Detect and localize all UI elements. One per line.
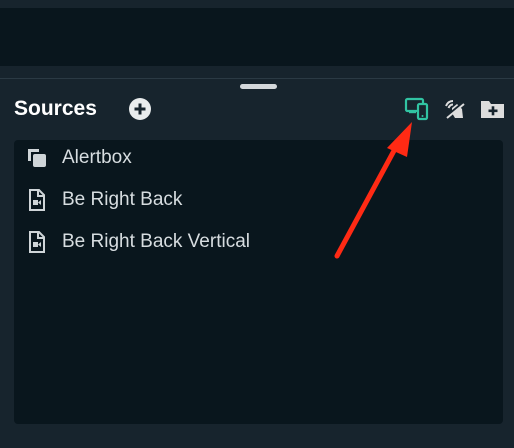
preview-area bbox=[0, 8, 514, 66]
sources-title: Sources bbox=[14, 97, 97, 120]
resize-handle[interactable] bbox=[240, 84, 277, 89]
selective-recording-button[interactable] bbox=[404, 96, 430, 122]
app-window: Sources Alertbox Be Right Back Be Right … bbox=[0, 0, 514, 448]
audio-mute-button[interactable] bbox=[442, 96, 468, 122]
video-file-icon bbox=[29, 189, 45, 211]
source-item-be-right-back-vertical[interactable]: Be Right Back Vertical bbox=[14, 224, 503, 260]
video-file-icon bbox=[29, 231, 45, 253]
add-source-button[interactable] bbox=[128, 97, 152, 121]
preview-gap bbox=[0, 66, 514, 78]
add-folder-button[interactable] bbox=[480, 96, 506, 122]
plus-circle-icon bbox=[129, 98, 151, 120]
source-item-label: Be Right Back Vertical bbox=[62, 231, 250, 252]
selective-recording-icon bbox=[404, 97, 429, 121]
add-folder-icon bbox=[481, 101, 504, 118]
source-item-alertbox[interactable]: Alertbox bbox=[14, 140, 503, 176]
source-item-be-right-back[interactable]: Be Right Back bbox=[14, 182, 503, 218]
top-strip bbox=[0, 0, 514, 8]
audio-mute-icon bbox=[445, 100, 465, 119]
copy-icon bbox=[28, 149, 46, 167]
source-item-label: Be Right Back bbox=[62, 189, 183, 210]
source-item-label: Alertbox bbox=[62, 147, 132, 168]
